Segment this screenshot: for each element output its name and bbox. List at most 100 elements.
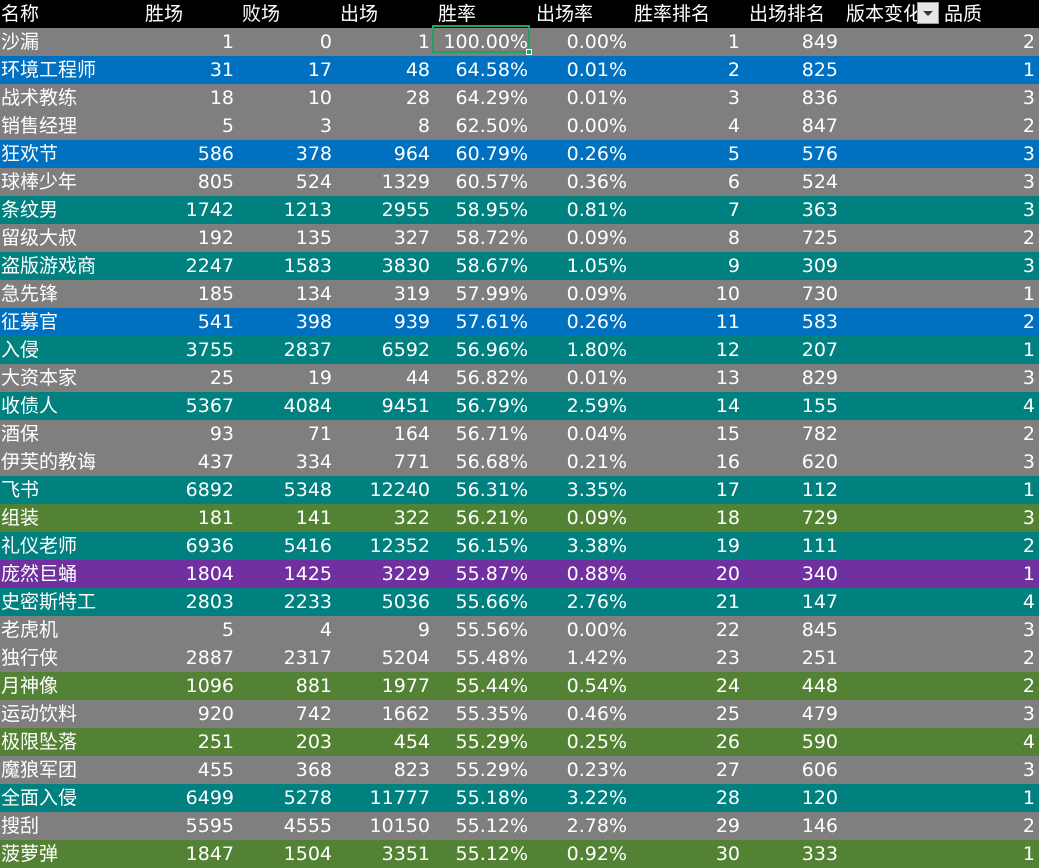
cell-win-rate[interactable]: 56.96% — [434, 336, 528, 364]
cell-win-rank[interactable]: 3 — [630, 84, 740, 112]
cell-quality[interactable]: 3 — [942, 756, 1035, 784]
cell-play-rank[interactable]: 847 — [745, 112, 838, 140]
cell-version-change[interactable] — [842, 784, 942, 812]
cell-play-rank[interactable]: 606 — [745, 756, 838, 784]
cell-quality[interactable]: 3 — [942, 448, 1035, 476]
cell-name[interactable]: 留级大叔 — [0, 224, 141, 252]
cell-losses[interactable]: 2233 — [238, 588, 332, 616]
cell-version-change[interactable] — [842, 140, 942, 168]
cell-games[interactable]: 164 — [336, 420, 430, 448]
cell-games[interactable]: 12240 — [336, 476, 430, 504]
cell-losses[interactable]: 524 — [238, 168, 332, 196]
cell-play-rate[interactable]: 0.09% — [532, 280, 627, 308]
cell-play-rank[interactable]: 829 — [745, 364, 838, 392]
cell-version-change[interactable] — [842, 840, 942, 868]
cell-play-rate[interactable]: 2.59% — [532, 392, 627, 420]
cell-quality[interactable]: 3 — [942, 364, 1035, 392]
cell-games[interactable]: 1 — [336, 28, 430, 56]
cell-win-rate[interactable]: 55.48% — [434, 644, 528, 672]
cell-win-rate[interactable]: 56.82% — [434, 364, 528, 392]
cell-quality[interactable]: 1 — [942, 280, 1035, 308]
cell-name[interactable]: 环境工程师 — [0, 56, 141, 84]
cell-version-change[interactable] — [842, 756, 942, 784]
cell-win-rank[interactable]: 19 — [630, 532, 740, 560]
cell-play-rank[interactable]: 155 — [745, 392, 838, 420]
cell-quality[interactable]: 4 — [942, 392, 1035, 420]
cell-wins[interactable]: 1742 — [140, 196, 234, 224]
cell-win-rank[interactable]: 4 — [630, 112, 740, 140]
cell-quality[interactable]: 2 — [942, 672, 1035, 700]
cell-win-rank[interactable]: 24 — [630, 672, 740, 700]
cell-quality[interactable]: 1 — [942, 476, 1035, 504]
cell-losses[interactable]: 135 — [238, 224, 332, 252]
cell-win-rank[interactable]: 12 — [630, 336, 740, 364]
cell-version-change[interactable] — [842, 616, 942, 644]
cell-quality[interactable]: 3 — [942, 700, 1035, 728]
cell-quality[interactable]: 2 — [942, 224, 1035, 252]
cell-win-rate[interactable]: 55.66% — [434, 588, 528, 616]
cell-play-rank[interactable]: 836 — [745, 84, 838, 112]
cell-quality[interactable]: 2 — [942, 420, 1035, 448]
cell-play-rate[interactable]: 0.01% — [532, 84, 627, 112]
cell-losses[interactable]: 17 — [238, 56, 332, 84]
cell-quality[interactable]: 3 — [942, 140, 1035, 168]
cell-wins[interactable]: 805 — [140, 168, 234, 196]
cell-wins[interactable]: 31 — [140, 56, 234, 84]
header-cell-wins[interactable]: 胜场 — [143, 0, 239, 28]
cell-games[interactable]: 3351 — [336, 840, 430, 868]
cell-win-rank[interactable]: 10 — [630, 280, 740, 308]
cell-play-rate[interactable]: 0.00% — [532, 28, 627, 56]
cell-win-rank[interactable]: 5 — [630, 140, 740, 168]
cell-games[interactable]: 9 — [336, 616, 430, 644]
cell-wins[interactable]: 586 — [140, 140, 234, 168]
cell-losses[interactable]: 141 — [238, 504, 332, 532]
cell-wins[interactable]: 2887 — [140, 644, 234, 672]
cell-play-rank[interactable]: 340 — [745, 560, 838, 588]
cell-quality[interactable]: 2 — [942, 812, 1035, 840]
cell-games[interactable]: 771 — [336, 448, 430, 476]
cell-play-rate[interactable]: 1.05% — [532, 252, 627, 280]
cell-losses[interactable]: 334 — [238, 448, 332, 476]
cell-win-rank[interactable]: 28 — [630, 784, 740, 812]
cell-play-rate[interactable]: 1.42% — [532, 644, 627, 672]
cell-version-change[interactable] — [842, 196, 942, 224]
cell-losses[interactable]: 4084 — [238, 392, 332, 420]
cell-games[interactable]: 1977 — [336, 672, 430, 700]
cell-name[interactable]: 酒保 — [0, 420, 141, 448]
cell-win-rank[interactable]: 18 — [630, 504, 740, 532]
cell-games[interactable]: 5204 — [336, 644, 430, 672]
cell-quality[interactable]: 1 — [942, 336, 1035, 364]
cell-win-rate[interactable]: 57.61% — [434, 308, 528, 336]
cell-win-rank[interactable]: 22 — [630, 616, 740, 644]
cell-play-rate[interactable]: 0.00% — [532, 616, 627, 644]
cell-version-change[interactable] — [842, 420, 942, 448]
cell-version-change[interactable] — [842, 280, 942, 308]
cell-play-rank[interactable]: 146 — [745, 812, 838, 840]
cell-losses[interactable]: 881 — [238, 672, 332, 700]
cell-name[interactable]: 入侵 — [0, 336, 141, 364]
cell-games[interactable]: 823 — [336, 756, 430, 784]
header-cell-quality[interactable]: 品质 — [942, 0, 1037, 28]
header-cell-losses[interactable]: 败场 — [240, 0, 336, 28]
cell-play-rate[interactable]: 2.76% — [532, 588, 627, 616]
cell-version-change[interactable] — [842, 700, 942, 728]
cell-win-rank[interactable]: 8 — [630, 224, 740, 252]
cell-play-rate[interactable]: 0.01% — [532, 56, 627, 84]
cell-quality[interactable]: 2 — [942, 532, 1035, 560]
cell-losses[interactable]: 19 — [238, 364, 332, 392]
cell-quality[interactable]: 3 — [942, 168, 1035, 196]
header-cell-play-rank[interactable]: 出场排名 — [747, 0, 842, 28]
cell-version-change[interactable] — [842, 560, 942, 588]
cell-win-rank[interactable]: 25 — [630, 700, 740, 728]
cell-win-rank[interactable]: 20 — [630, 560, 740, 588]
cell-play-rank[interactable]: 207 — [745, 336, 838, 364]
cell-name[interactable]: 大资本家 — [0, 364, 141, 392]
cell-name[interactable]: 沙漏 — [0, 28, 141, 56]
cell-win-rate[interactable]: 60.79% — [434, 140, 528, 168]
cell-games[interactable]: 964 — [336, 140, 430, 168]
cell-name[interactable]: 全面入侵 — [0, 784, 141, 812]
cell-play-rank[interactable]: 845 — [745, 616, 838, 644]
cell-version-change[interactable] — [842, 224, 942, 252]
cell-win-rate[interactable]: 55.35% — [434, 700, 528, 728]
cell-wins[interactable]: 455 — [140, 756, 234, 784]
